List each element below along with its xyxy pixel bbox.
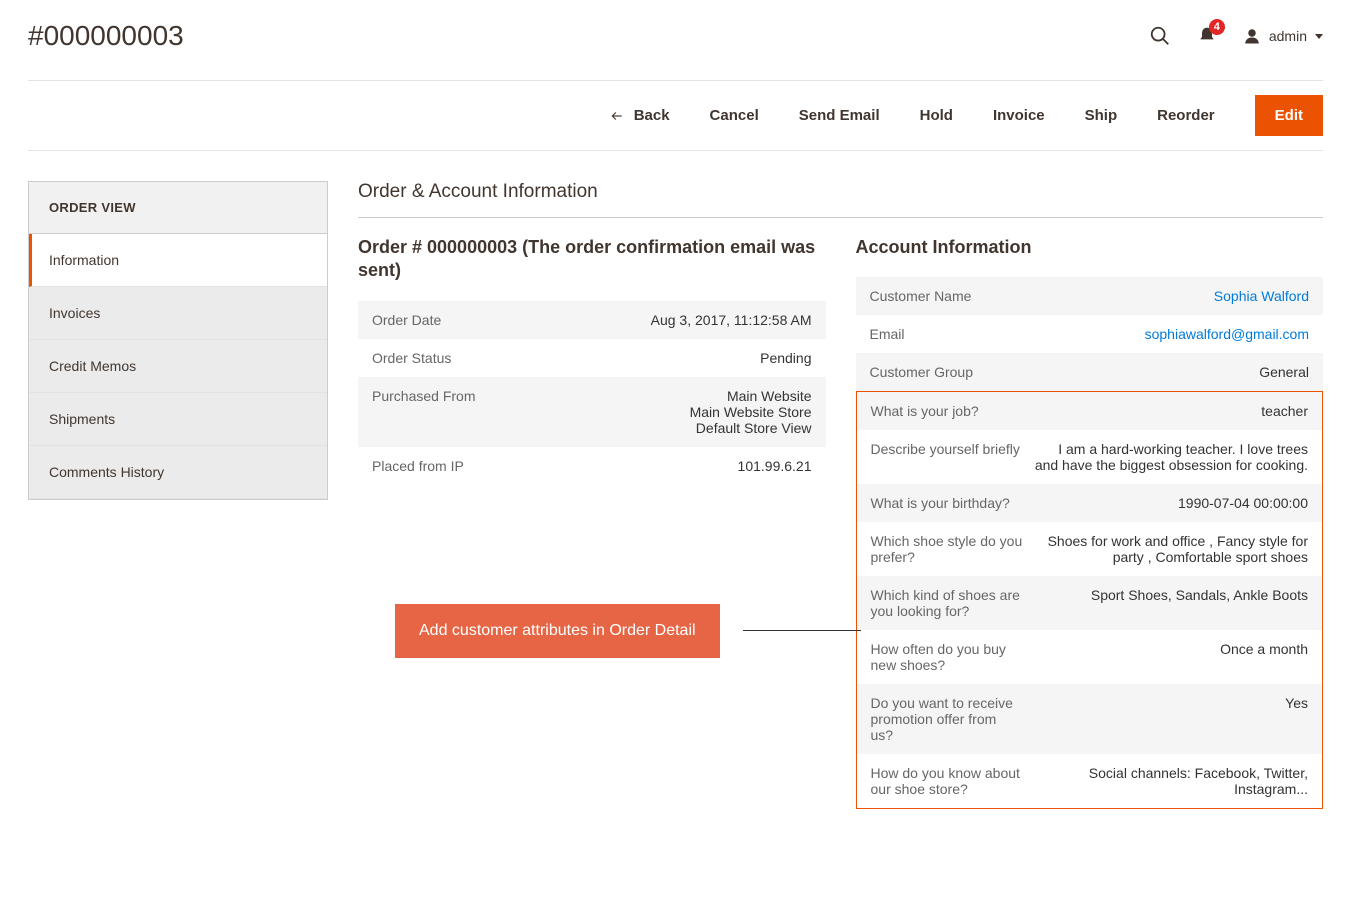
sidebar-item-shipments[interactable]: Shipments: [29, 393, 327, 446]
row-value: I am a hard-working teacher. I love tree…: [1032, 441, 1308, 473]
username-label: admin: [1269, 28, 1307, 44]
row-value: Shoes for work and office , Fancy style …: [1032, 533, 1308, 565]
page-title: #000000003: [28, 20, 184, 52]
header-controls: 4 admin: [1149, 25, 1323, 47]
hold-button[interactable]: Hold: [920, 107, 953, 124]
table-row: Order StatusPending: [358, 339, 826, 377]
table-row: Customer GroupGeneral: [856, 353, 1324, 391]
table-row: How often do you buy new shoes?Once a mo…: [857, 630, 1323, 684]
callout-label: Add customer attributes in Order Detail: [395, 604, 720, 658]
chevron-down-icon: [1315, 34, 1323, 39]
order-heading: Order # 000000003 (The order confirmatio…: [358, 236, 826, 283]
send-email-button[interactable]: Send Email: [799, 107, 880, 124]
row-value[interactable]: sophiawalford@gmail.com: [1032, 326, 1309, 342]
row-value: Yes: [1032, 695, 1308, 711]
row-label: Which shoe style do you prefer?: [871, 533, 1033, 565]
arrow-left-icon: [608, 109, 626, 123]
callout-connector: [743, 630, 861, 631]
row-value: Aug 3, 2017, 11:12:58 AM: [535, 312, 812, 328]
user-menu[interactable]: admin: [1243, 27, 1323, 45]
row-label: Order Date: [372, 312, 535, 328]
row-value[interactable]: Sophia Walford: [1032, 288, 1309, 304]
row-value: Social channels: Facebook, Twitter, Inst…: [1032, 765, 1308, 797]
sidebar-item-information[interactable]: Information: [29, 234, 327, 287]
table-row: Which kind of shoes are you looking for?…: [857, 576, 1323, 630]
row-label: Do you want to receive promotion offer f…: [871, 695, 1033, 743]
table-row: What is your job?teacher: [857, 392, 1323, 430]
row-value: General: [1032, 364, 1309, 380]
row-label: Which kind of shoes are you looking for?: [871, 587, 1033, 619]
row-value: Main Website Main Website Store Default …: [535, 388, 812, 436]
page-header: #000000003 4 admin: [28, 0, 1323, 81]
row-label: What is your birthday?: [871, 495, 1033, 511]
main-content: Order & Account Information Order # 0000…: [358, 181, 1323, 809]
table-row: Emailsophiawalford@gmail.com: [856, 315, 1324, 353]
table-row: What is your birthday?1990-07-04 00:00:0…: [857, 484, 1323, 522]
sidebar-header: ORDER VIEW: [29, 182, 327, 234]
ship-button[interactable]: Ship: [1085, 107, 1118, 124]
account-heading: Account Information: [856, 236, 1324, 259]
table-row: Purchased FromMain Website Main Website …: [358, 377, 826, 447]
table-row: Order DateAug 3, 2017, 11:12:58 AM: [358, 301, 826, 339]
row-value: 101.99.6.21: [535, 458, 812, 474]
account-info-table: Customer NameSophia WalfordEmailsophiawa…: [856, 277, 1324, 391]
action-bar: Back Cancel Send Email Hold Invoice Ship…: [28, 81, 1323, 151]
back-button[interactable]: Back: [608, 107, 670, 124]
row-value: Pending: [535, 350, 812, 366]
row-value: 1990-07-04 00:00:00: [1032, 495, 1308, 511]
order-view-sidebar: ORDER VIEW Information Invoices Credit M…: [28, 181, 328, 500]
sidebar-item-credit-memos[interactable]: Credit Memos: [29, 340, 327, 393]
table-row: Do you want to receive promotion offer f…: [857, 684, 1323, 754]
invoice-button[interactable]: Invoice: [993, 107, 1045, 124]
row-label: How often do you buy new shoes?: [871, 641, 1033, 673]
reorder-button[interactable]: Reorder: [1157, 107, 1215, 124]
row-value: Sport Shoes, Sandals, Ankle Boots: [1032, 587, 1308, 603]
row-label: Customer Name: [870, 288, 1033, 304]
sidebar-item-comments-history[interactable]: Comments History: [29, 446, 327, 499]
row-label: Order Status: [372, 350, 535, 366]
row-label: How do you know about our shoe store?: [871, 765, 1033, 797]
table-row: How do you know about our shoe store?Soc…: [857, 754, 1323, 808]
row-label: What is your job?: [871, 403, 1033, 419]
table-row: Describe yourself brieflyI am a hard-wor…: [857, 430, 1323, 484]
search-icon[interactable]: [1149, 25, 1171, 47]
order-info-table: Order DateAug 3, 2017, 11:12:58 AMOrder …: [358, 301, 826, 485]
table-row: Customer NameSophia Walford: [856, 277, 1324, 315]
customer-attributes-box: What is your job?teacherDescribe yoursel…: [856, 391, 1324, 809]
table-row: Placed from IP101.99.6.21: [358, 447, 826, 485]
table-row: Which shoe style do you prefer?Shoes for…: [857, 522, 1323, 576]
notification-badge: 4: [1209, 19, 1225, 35]
sidebar-item-invoices[interactable]: Invoices: [29, 287, 327, 340]
user-icon: [1243, 27, 1261, 45]
row-label: Purchased From: [372, 388, 535, 404]
row-label: Placed from IP: [372, 458, 535, 474]
notifications-icon[interactable]: 4: [1197, 25, 1217, 47]
account-info-column: Account Information Customer NameSophia …: [856, 236, 1324, 809]
cancel-button[interactable]: Cancel: [710, 107, 759, 124]
row-value: Once a month: [1032, 641, 1308, 657]
edit-button[interactable]: Edit: [1255, 95, 1323, 136]
row-label: Describe yourself briefly: [871, 441, 1033, 457]
section-title: Order & Account Information: [358, 181, 1323, 218]
row-value: teacher: [1032, 403, 1308, 419]
row-label: Email: [870, 326, 1033, 342]
row-label: Customer Group: [870, 364, 1033, 380]
order-info-column: Order # 000000003 (The order confirmatio…: [358, 236, 826, 809]
